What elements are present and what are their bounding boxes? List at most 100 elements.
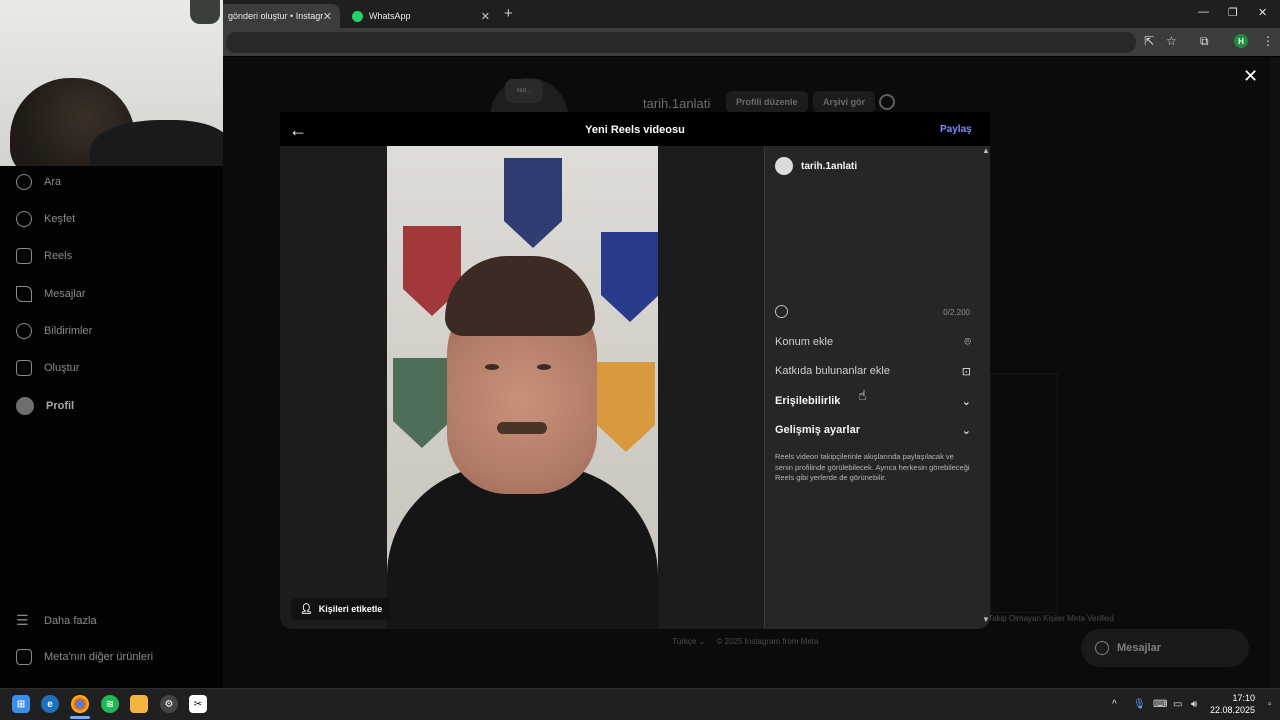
webcam-overlay (0, 0, 223, 166)
sidebar-item-label: Daha fazla (44, 614, 97, 627)
person-hair (445, 256, 595, 336)
sidebar-item-label: Bildirimler (44, 325, 93, 337)
pennant-image (597, 362, 655, 452)
extensions-icon[interactable]: ⧉ (1200, 34, 1209, 49)
sidebar-item-profile[interactable]: Profil (16, 397, 74, 415)
sidebar-item-meta-products[interactable]: Meta'nın diğer ürünleri (16, 649, 153, 665)
minimize-button[interactable]: — (1198, 6, 1209, 18)
browser-profile-avatar[interactable]: H (1234, 34, 1248, 48)
edit-profile-button[interactable]: Profili düzenle (726, 91, 808, 113)
scroll-down-arrow[interactable]: ▼ (982, 615, 990, 624)
tab-close-icon[interactable]: ✕ (481, 10, 490, 23)
app-icon[interactable]: ⚙ (160, 695, 178, 713)
grid-icon (16, 649, 32, 665)
location-icon: ⌾ (964, 335, 971, 348)
character-count: 0/2.200 (943, 308, 970, 317)
note-bubble: Not... (505, 79, 543, 103)
tab-whatsapp[interactable]: WhatsApp ✕ (342, 4, 498, 28)
tab-instagram[interactable]: gönderi oluştur • Instagram ✕ (218, 4, 340, 28)
language-selector[interactable]: Türkçe ⌄ (672, 637, 705, 646)
tray-chevron-icon[interactable]: ^ (1112, 699, 1117, 710)
network-icon[interactable]: ▭ (1173, 699, 1182, 710)
sidebar-item-create[interactable]: Oluştur (16, 360, 79, 376)
clock-time[interactable]: 17:10 (1225, 693, 1255, 703)
gear-icon[interactable] (879, 94, 895, 110)
heart-icon (16, 323, 32, 339)
sidebar-item-label: Oluştur (44, 362, 80, 374)
messenger-icon (1095, 641, 1109, 655)
modal-username: tarih.1anlati (801, 161, 858, 172)
search-icon (16, 174, 32, 190)
sidebar-item-label: Meta'nın diğer ürünleri (44, 651, 154, 663)
new-tab-button[interactable]: + (504, 5, 513, 22)
sidebar-item-label: Ara (44, 176, 62, 188)
edge-icon[interactable]: e (41, 695, 59, 713)
chrome-icon[interactable] (71, 695, 89, 713)
windows-start-icon[interactable]: ⊞ (12, 695, 30, 713)
notifications-icon[interactable]: ▫ (1268, 699, 1272, 710)
volume-icon[interactable]: 🔊︎ (1191, 699, 1197, 710)
menu-icon: ☰ (16, 612, 29, 628)
send-icon (16, 286, 32, 302)
hand-cursor-icon: ☝ (858, 387, 867, 403)
person-icon: 👤︎ (300, 603, 313, 615)
sidebar-item-label: Mesajlar (44, 288, 86, 300)
spotify-icon[interactable]: ≋ (101, 695, 119, 713)
keyboard-icon[interactable]: ⌨ (1153, 699, 1167, 710)
file-explorer-icon[interactable] (130, 695, 148, 713)
active-app-indicator (70, 716, 90, 719)
page-footer: Türkçe ⌄ © 2025 Instagram from Meta (672, 637, 818, 646)
compass-icon (16, 211, 32, 227)
tab-instagram-label: gönderi oluştur • Instagram (228, 11, 323, 21)
restore-button[interactable]: ❐ (1228, 6, 1238, 19)
url-input[interactable] (226, 32, 1136, 53)
accessibility-row[interactable]: Erişilebilirlik ⌄ (775, 387, 971, 415)
sidebar-item-more[interactable]: ☰ Daha fazla (16, 612, 97, 629)
avatar (775, 157, 793, 175)
bookmark-star-icon[interactable]: ☆ (1166, 34, 1177, 48)
emoji-icon[interactable] (775, 305, 788, 318)
view-archive-button[interactable]: Arşivi gör (813, 91, 876, 113)
sidebar-item-label: Keşfet (44, 213, 76, 225)
clock-date[interactable]: 22.08.2025 (1210, 705, 1255, 715)
reels-icon (16, 248, 32, 264)
pennant-image (393, 358, 451, 448)
plus-square-icon (16, 360, 32, 376)
copyright-text: © 2025 Instagram from Meta (716, 637, 819, 646)
messages-pill[interactable]: Mesajlar (1081, 629, 1249, 667)
add-collaborators-row[interactable]: Katkıda bulunanlar ekle ⊡ (775, 357, 971, 385)
person-mustache (497, 422, 547, 434)
tab-close-icon[interactable]: ✕ (323, 10, 332, 23)
collaborator-icon: ⊡ (961, 365, 971, 378)
person-eye (485, 364, 499, 370)
microphone-icon[interactable]: 🎙︎ (1133, 699, 1146, 710)
capcut-icon[interactable]: ✂ (189, 695, 207, 713)
sidebar-item-notifications[interactable]: Bildirimler (16, 323, 92, 339)
tag-people-button[interactable]: 👤︎ Kişileri etiketle (291, 598, 392, 620)
advanced-settings-row[interactable]: Gelişmiş ayarlar ⌄ (775, 416, 971, 444)
modal-title: Yeni Reels videosu (585, 124, 685, 136)
webcam-badge (190, 0, 220, 24)
sidebar-item-explore[interactable]: Keşfet (16, 211, 75, 227)
whatsapp-icon (352, 10, 363, 22)
share-button[interactable]: Paylaş (940, 124, 972, 135)
footer-links: Takip Olmayan Kişiler Meta Verified (988, 614, 1114, 623)
browser-menu-icon[interactable]: ⋮ (1262, 34, 1274, 48)
tab-whatsapp-label: WhatsApp (369, 11, 411, 21)
caption-input[interactable] (775, 185, 970, 300)
window-close-button[interactable]: ✕ (1258, 6, 1267, 19)
video-preview[interactable] (387, 146, 658, 629)
sidebar-item-reels[interactable]: Reels (16, 248, 72, 264)
page-scrollbar[interactable] (1270, 58, 1280, 688)
add-location-row[interactable]: Konum ekle ⌾ (775, 328, 971, 356)
profile-icon (16, 397, 34, 415)
sidebar-item-messages[interactable]: Mesajlar (16, 286, 86, 302)
install-app-icon[interactable]: ⇱ (1144, 34, 1154, 48)
sidebar-item-search[interactable]: Ara (16, 174, 61, 190)
accessibility-label: Erişilebilirlik (775, 395, 841, 407)
sidebar-item-label: Profil (46, 400, 75, 412)
scroll-up-arrow[interactable]: ▲ (982, 146, 990, 155)
close-modal-icon[interactable]: ✕ (1243, 66, 1258, 87)
advanced-settings-label: Gelişmiş ayarlar (775, 424, 861, 436)
person-eye (537, 364, 551, 370)
